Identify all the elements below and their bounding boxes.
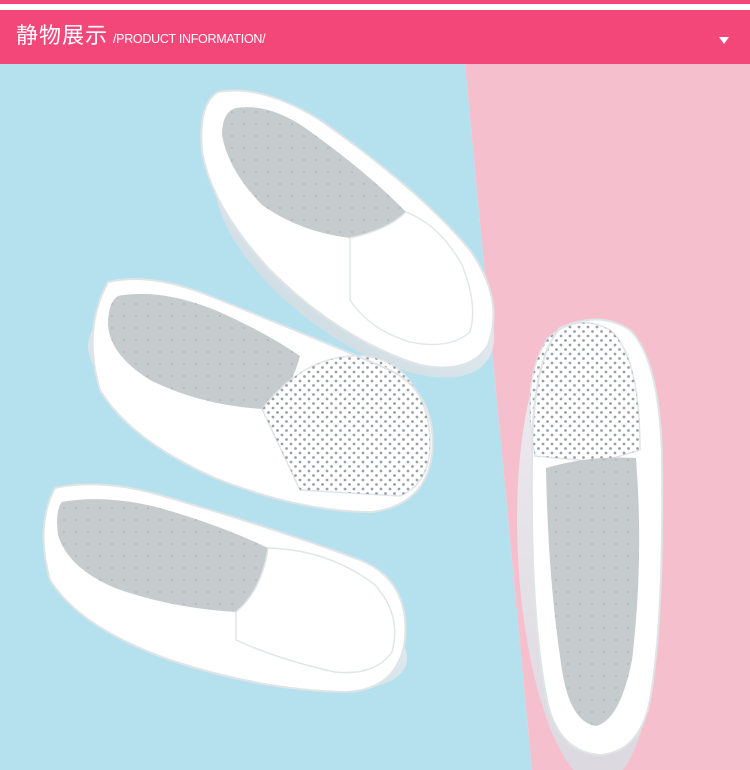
product-detail-page: 静物展示 /PRODUCT INFORMATION/ [0,0,750,770]
section-header-banner: 静物展示 /PRODUCT INFORMATION/ [0,10,750,64]
top-accent-line [0,0,750,4]
section-title: 静物展示 [16,24,109,49]
chevron-down-icon [719,37,729,44]
section-subtitle: /PRODUCT INFORMATION/ [113,32,266,46]
product-photo [0,64,750,770]
